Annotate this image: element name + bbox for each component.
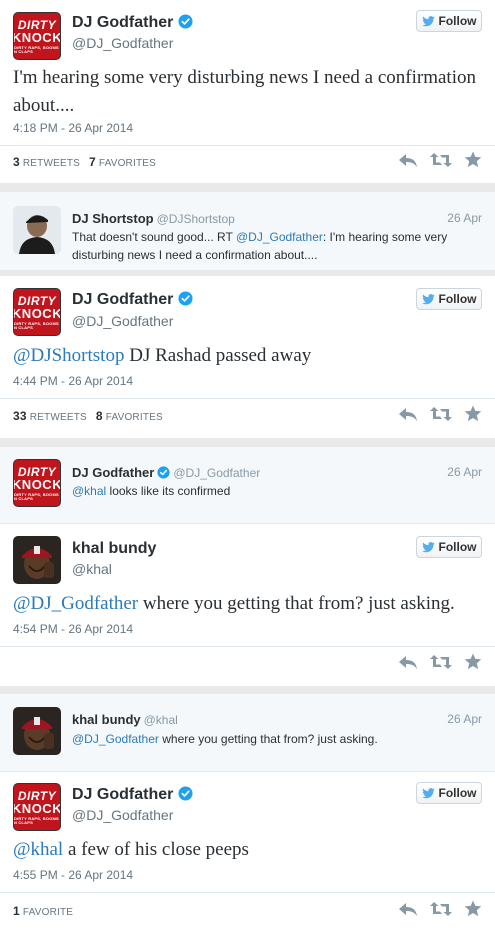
reply-author[interactable]: DJ Godfather @DJ_Godfather — [72, 465, 260, 480]
favorite-star-icon[interactable] — [464, 405, 482, 422]
tweet-author-handle[interactable]: @DJ_Godfather — [72, 807, 173, 823]
mention-link[interactable]: @khal — [72, 484, 106, 498]
reply-date[interactable]: 26 Apr — [447, 712, 482, 726]
tweet-author-name[interactable]: khal bundy — [72, 540, 156, 558]
reply-card: DJ Shortstop @DJShortstop 26 Apr That doe… — [0, 192, 495, 270]
tweet-text: I'm hearing some very disturbing news I … — [13, 67, 476, 116]
dj-godfather-avatar[interactable]: DIRTY KNOCK DIRTY RAPS, BOOMS N CLAPS — [13, 783, 61, 831]
tweet-stats: 33 Retweets 8 Favorites — [13, 409, 163, 423]
tweet-author-handle[interactable]: @khal — [72, 561, 112, 577]
mention-link[interactable]: @DJShortstop — [13, 345, 124, 366]
follow-button[interactable]: Follow — [416, 536, 482, 558]
tweet-text: @khal a few of his close peeps — [13, 839, 249, 860]
mention-link[interactable]: @khal — [13, 839, 63, 860]
tweet-timestamp[interactable]: 4:18 PM - 26 Apr 2014 — [13, 121, 133, 135]
reply-icon[interactable] — [398, 406, 418, 422]
retweet-count[interactable]: 3 Retweets — [13, 155, 80, 169]
dj-godfather-avatar[interactable]: DIRTY KNOCK DIRTY RAPS, BOOMS N CLAPS — [13, 288, 61, 336]
retweet-icon[interactable] — [430, 654, 452, 670]
mention-link[interactable]: @DJ_Godfather — [72, 732, 159, 746]
favorite-count[interactable]: 7 Favorites — [89, 155, 156, 169]
reply-date[interactable]: 26 Apr — [447, 465, 482, 479]
person-photo-icon — [13, 707, 61, 755]
reply-icon[interactable] — [398, 901, 418, 917]
divider — [0, 145, 495, 146]
reply-author[interactable]: DJ Shortstop @DJShortstop — [72, 211, 235, 226]
tweet-text: @DJ_Godfather where you getting that fro… — [13, 593, 455, 614]
divider — [0, 892, 495, 893]
twitter-bird-icon — [422, 788, 435, 799]
tweet-card: DIRTY KNOCK DIRTY RAPS, BOOMS N CLAPS DJ… — [0, 276, 495, 438]
reply-card: DIRTY KNOCK DIRTY RAPS, BOOMS N CLAPS DJ… — [0, 447, 495, 523]
person-photo-icon — [13, 536, 61, 584]
follow-button[interactable]: Follow — [416, 782, 482, 804]
tweet-actions — [398, 900, 482, 917]
reply-date[interactable]: 26 Apr — [447, 211, 482, 225]
dj-shortstop-avatar[interactable] — [13, 206, 61, 254]
tweet-author-name[interactable]: DJ Godfather — [72, 14, 193, 32]
retweet-count[interactable]: 33 Retweets — [13, 409, 87, 423]
tweet-card: DIRTY KNOCK DIRTY RAPS, BOOMS N CLAPS DJ… — [0, 0, 495, 183]
favorite-count[interactable]: 1 Favorite — [13, 904, 73, 918]
retweet-icon[interactable] — [430, 901, 452, 917]
tweet-timestamp[interactable]: 4:44 PM - 26 Apr 2014 — [13, 374, 133, 388]
tweet-author-handle[interactable]: @DJ_Godfather — [72, 35, 173, 51]
khal-bundy-avatar[interactable] — [13, 707, 61, 755]
reply-text: @DJ_Godfather where you getting that fro… — [72, 732, 378, 746]
tweet-timestamp[interactable]: 4:55 PM - 26 Apr 2014 — [13, 868, 133, 882]
tweet-actions — [398, 405, 482, 422]
reply-card: khal bundy @khal 26 Apr @DJ_Godfather whe… — [0, 694, 495, 771]
divider — [0, 398, 495, 399]
retweet-icon[interactable] — [430, 406, 452, 422]
favorite-star-icon[interactable] — [464, 653, 482, 670]
verified-badge-icon — [178, 291, 193, 306]
tweet-actions — [398, 653, 482, 670]
favorite-count[interactable]: 8 Favorites — [96, 409, 163, 423]
twitter-bird-icon — [422, 542, 435, 553]
khal-bundy-avatar[interactable] — [13, 536, 61, 584]
favorite-star-icon[interactable] — [464, 151, 482, 168]
reply-icon[interactable] — [398, 654, 418, 670]
follow-button[interactable]: Follow — [416, 10, 482, 32]
favorite-star-icon[interactable] — [464, 900, 482, 917]
tweet-card: DIRTY KNOCK DIRTY RAPS, BOOMS N CLAPS DJ… — [0, 772, 495, 931]
tweet-stats: 3 Retweets 7 Favorites — [13, 155, 156, 169]
dj-godfather-avatar[interactable]: DIRTY KNOCK DIRTY RAPS, BOOMS N CLAPS — [13, 12, 61, 60]
tweet-actions — [398, 151, 482, 168]
verified-badge-icon — [178, 786, 193, 801]
dj-godfather-avatar[interactable]: DIRTY KNOCK DIRTY RAPS, BOOMS N CLAPS — [13, 459, 61, 507]
person-photo-icon — [13, 206, 61, 254]
follow-button[interactable]: Follow — [416, 288, 482, 310]
reply-author[interactable]: khal bundy @khal — [72, 712, 178, 727]
tweet-author-name[interactable]: DJ Godfather — [72, 786, 193, 804]
tweet-text: @DJShortstop DJ Rashad passed away — [13, 345, 312, 366]
tweet-card: khal bundy @khal Follow @DJ_Godfather wh… — [0, 524, 495, 686]
twitter-bird-icon — [422, 294, 435, 305]
reply-text: @khal looks like its confirmed — [72, 484, 231, 498]
reply-icon[interactable] — [398, 152, 418, 168]
retweet-icon[interactable] — [430, 152, 452, 168]
verified-badge-icon — [178, 14, 193, 29]
twitter-bird-icon — [422, 16, 435, 27]
tweet-author-handle[interactable]: @DJ_Godfather — [72, 313, 173, 329]
mention-link[interactable]: @DJ_Godfather — [236, 230, 323, 244]
tweet-author-name[interactable]: DJ Godfather — [72, 291, 193, 309]
tweet-stats: 1 Favorite — [13, 904, 73, 918]
reply-text: That doesn't sound good... RT @DJ_Godfat… — [72, 230, 448, 262]
divider — [0, 646, 495, 647]
tweet-timestamp[interactable]: 4:54 PM - 26 Apr 2014 — [13, 622, 133, 636]
verified-badge-icon — [157, 466, 170, 479]
mention-link[interactable]: @DJ_Godfather — [13, 593, 138, 614]
